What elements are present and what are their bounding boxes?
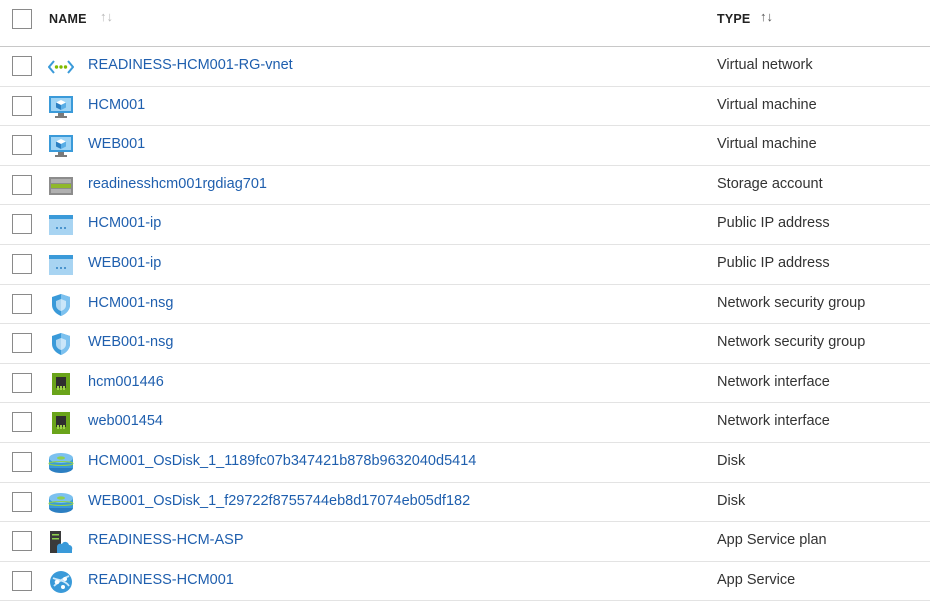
row-checkbox[interactable] <box>12 333 32 354</box>
table-row[interactable]: READINESS-HCM001 App Service <box>0 562 930 602</box>
app-service-plan-icon <box>48 530 74 554</box>
sort-name-icon[interactable]: ↑↓ <box>100 9 113 24</box>
row-checkbox[interactable] <box>12 491 32 512</box>
resource-name-link[interactable]: READINESS-HCM001-RG-vnet <box>88 57 293 73</box>
table-row[interactable]: READINESS-HCM-ASP App Service plan <box>0 522 930 562</box>
table-row[interactable]: hcm001446 Network interface <box>0 364 930 404</box>
sort-type-icon[interactable]: ↑↓ <box>760 9 773 24</box>
resource-type: Storage account <box>717 175 823 192</box>
shield-icon <box>48 332 74 356</box>
row-checkbox[interactable] <box>12 531 32 552</box>
resource-name-link[interactable]: hcm001446 <box>88 374 164 390</box>
resource-type: Public IP address <box>717 254 830 271</box>
row-checkbox[interactable] <box>12 253 32 274</box>
resource-type: Virtual machine <box>717 96 817 113</box>
select-all-checkbox[interactable] <box>12 9 32 29</box>
table-row[interactable]: WEB001 Virtual machine <box>0 126 930 166</box>
row-checkbox[interactable] <box>12 135 32 156</box>
resource-name-link[interactable]: web001454 <box>88 413 163 429</box>
row-checkbox[interactable] <box>12 570 32 591</box>
table-row[interactable]: READINESS-HCM001-RG-vnet Virtual network <box>0 47 930 87</box>
resource-name-link[interactable]: readinesshcm001rgdiag701 <box>88 176 267 192</box>
row-checkbox[interactable] <box>12 372 32 393</box>
resource-name-link[interactable]: READINESS-HCM001 <box>88 572 234 588</box>
resource-type: Public IP address <box>717 215 830 232</box>
table-row[interactable]: readinesshcm001rgdiag701 Storage account <box>0 166 930 206</box>
row-checkbox[interactable] <box>12 56 32 76</box>
resource-type: Network interface <box>717 373 830 390</box>
table-row[interactable]: HCM001_OsDisk_1_1189fc07b347421b878b9632… <box>0 443 930 483</box>
resource-name-link[interactable]: HCM001_OsDisk_1_1189fc07b347421b878b9632… <box>88 453 476 469</box>
virtual-machine-icon <box>48 134 74 158</box>
resource-name-link[interactable]: HCM001-nsg <box>88 295 173 311</box>
disk-icon <box>48 491 74 515</box>
resource-type: Virtual network <box>717 57 813 73</box>
resource-name-link[interactable]: READINESS-HCM-ASP <box>88 532 244 548</box>
row-checkbox[interactable] <box>12 214 32 235</box>
resource-name-link[interactable]: HCM001 <box>88 97 145 113</box>
resource-type: Network security group <box>717 294 866 311</box>
resource-type: App Service plan <box>717 532 827 549</box>
row-checkbox[interactable] <box>12 451 32 472</box>
storage-account-icon <box>48 174 74 198</box>
row-checkbox[interactable] <box>12 412 32 433</box>
public-ip-icon <box>48 213 74 237</box>
virtual-machine-icon <box>48 95 74 119</box>
shield-icon <box>48 293 74 317</box>
public-ip-icon <box>48 253 74 277</box>
resource-type: Disk <box>717 452 746 469</box>
row-checkbox[interactable] <box>12 95 32 116</box>
resource-name-link[interactable]: WEB001-ip <box>88 255 161 271</box>
table-row[interactable]: WEB001-nsg Network security group <box>0 324 930 364</box>
table-row[interactable]: web001454 Network interface <box>0 403 930 443</box>
virtual-network-icon <box>47 55 75 79</box>
resource-type: Network security group <box>717 334 866 351</box>
resource-type: App Service <box>717 571 796 588</box>
resource-name-link[interactable]: WEB001 <box>88 136 145 152</box>
row-checkbox[interactable] <box>12 174 32 195</box>
row-checkbox[interactable] <box>12 293 32 314</box>
table-row[interactable]: HCM001 Virtual machine <box>0 87 930 127</box>
resource-type: Network interface <box>717 413 830 430</box>
resource-name-link[interactable]: WEB001_OsDisk_1_f29722f8755744eb8d17074e… <box>88 493 470 509</box>
table-row[interactable]: WEB001_OsDisk_1_f29722f8755744eb8d17074e… <box>0 483 930 523</box>
disk-icon <box>48 451 74 475</box>
resource-name-link[interactable]: WEB001-nsg <box>88 334 173 350</box>
table-row[interactable]: WEB001-ip Public IP address <box>0 245 930 285</box>
app-service-icon <box>48 570 74 594</box>
column-header-type[interactable]: TYPE <box>717 12 750 26</box>
table-row[interactable]: HCM001-nsg Network security group <box>0 285 930 325</box>
column-header-name[interactable]: NAME <box>49 12 87 26</box>
table-row[interactable]: HCM001-ip Public IP address <box>0 205 930 245</box>
resource-name-link[interactable]: HCM001-ip <box>88 215 161 231</box>
table-body: READINESS-HCM001-RG-vnet Virtual network H… <box>0 47 930 602</box>
resource-type: Disk <box>717 492 746 509</box>
network-interface-icon <box>48 411 74 435</box>
resource-table: NAME ↑↓ TYPE ↑↓ READINESS-HCM001-RG-vnet… <box>0 0 930 602</box>
resource-type: Virtual machine <box>717 136 817 153</box>
network-interface-icon <box>48 372 74 396</box>
table-header: NAME ↑↓ TYPE ↑↓ <box>0 0 930 47</box>
